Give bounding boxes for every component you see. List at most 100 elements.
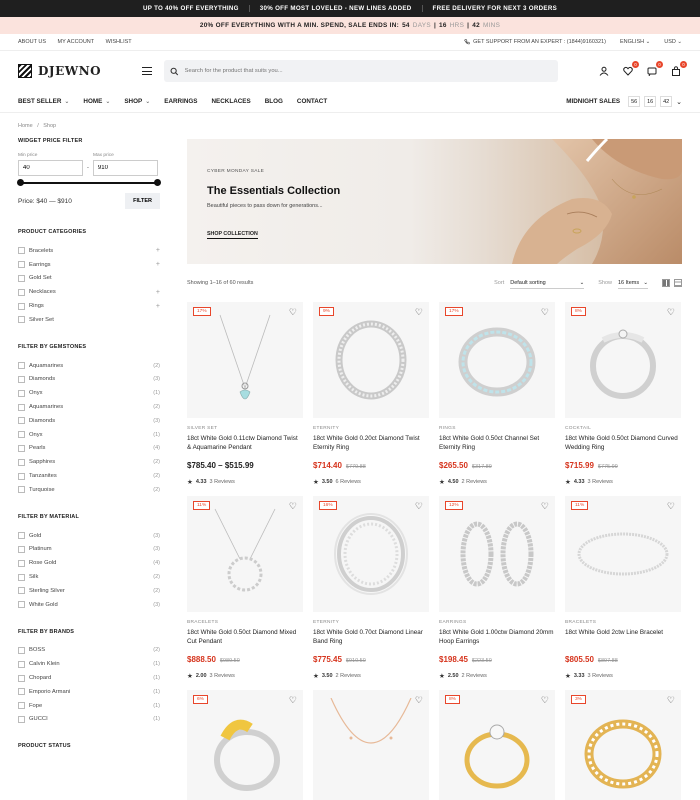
checkbox[interactable] (18, 702, 25, 710)
checkbox[interactable] (18, 688, 25, 696)
checkbox[interactable] (18, 362, 25, 370)
product-category[interactable]: RINGS (439, 426, 555, 431)
checkbox[interactable] (18, 288, 25, 296)
checkbox[interactable] (18, 302, 25, 310)
heart-icon[interactable]: ♡ (541, 695, 549, 706)
product-image[interactable]: 11% ♡ (565, 496, 681, 612)
nav-home[interactable]: HOME ⌄ (83, 98, 110, 105)
material-item[interactable]: Rose Gold (4) (18, 556, 160, 570)
product-card[interactable]: 9% ♡ ETERNITY 18ct White Gold 0.20ct Diamon… (313, 302, 429, 486)
promo-banner[interactable]: CYBER MONDAY SALE The Essentials Collect… (187, 139, 682, 264)
checkbox[interactable] (18, 587, 25, 595)
heart-icon[interactable]: ♡ (667, 695, 675, 706)
about-link[interactable]: ABOUT US (18, 39, 46, 45)
nav-necklaces[interactable]: NECKLACES (212, 98, 251, 105)
category-item[interactable]: Earrings + (18, 258, 160, 272)
product-name[interactable]: 18ct White Gold 0.70ct Diamond Linear Ba… (313, 629, 429, 646)
product-name[interactable]: 18ct White Gold 1.00ctw Diamond 20mm Hoo… (439, 629, 555, 646)
product-name[interactable]: 18ct White Gold 0.50ct Diamond Curved We… (565, 435, 681, 452)
heart-icon[interactable]: ♡ (541, 307, 549, 318)
gemstone-item[interactable]: Turquoise (2) (18, 483, 160, 497)
product-image[interactable]: 8% ♡ (565, 302, 681, 418)
sort-select[interactable]: Default sorting ⌄ (510, 278, 585, 289)
product-image[interactable]: 9% ♡ (313, 302, 429, 418)
checkbox[interactable] (18, 532, 25, 540)
plus-icon[interactable]: + (156, 289, 160, 296)
checkbox[interactable] (18, 674, 25, 682)
filter-button[interactable]: FILTER (125, 193, 160, 209)
wishlist-icon[interactable]: 0 (622, 61, 639, 77)
product-image[interactable]: 11% ♡ (187, 496, 303, 612)
nav-blog[interactable]: BLOG (265, 98, 283, 105)
gemstone-item[interactable]: Pearls (4) (18, 442, 160, 456)
gemstone-item[interactable]: Tanzanites (2) (18, 469, 160, 483)
menu-icon[interactable] (142, 67, 152, 75)
material-item[interactable]: Sterling Silver (2) (18, 584, 160, 598)
product-card[interactable]: 17% ♡ SILVER SET 18ct White Gold 0.11ctw Di… (187, 302, 303, 486)
breadcrumb-home[interactable]: Home (18, 123, 33, 129)
product-image[interactable]: 6% ♡ (187, 690, 303, 800)
product-card[interactable]: 8% ♡ (439, 690, 555, 800)
nav-shop[interactable]: SHOP ⌄ (124, 98, 150, 105)
gemstone-item[interactable]: Diamonds (3) (18, 373, 160, 387)
product-card[interactable]: 12% ♡ EARRINGS 18ct White Gold 1.00ctw Diam… (439, 496, 555, 680)
gemstone-item[interactable]: Aquamarines (2) (18, 400, 160, 414)
gemstone-item[interactable]: Onyx (1) (18, 428, 160, 442)
brand-item[interactable]: GUCCI (1) (18, 713, 160, 727)
checkbox[interactable] (18, 389, 25, 397)
cart-icon[interactable]: 0 (670, 61, 687, 77)
heart-icon[interactable]: ♡ (415, 501, 423, 512)
product-card[interactable]: 6% ♡ (187, 690, 303, 800)
material-item[interactable]: Gold (3) (18, 529, 160, 543)
heart-icon[interactable]: ♡ (289, 695, 297, 706)
checkbox[interactable] (18, 601, 25, 609)
checkbox[interactable] (18, 375, 25, 383)
category-item[interactable]: Rings + (18, 299, 160, 313)
product-card[interactable]: 11% ♡ BRACELETS 18ct White Gold 0.50ct Diam… (187, 496, 303, 680)
review-count[interactable]: 2 Reviews (462, 673, 487, 679)
category-item[interactable]: Gold Set (18, 272, 160, 286)
heart-icon[interactable]: ♡ (667, 307, 675, 318)
heart-icon[interactable]: ♡ (289, 501, 297, 512)
plus-icon[interactable]: + (156, 247, 160, 254)
product-card[interactable]: 17% ♡ RINGS 18ct White Gold 0.50ct Channel … (439, 302, 555, 486)
checkbox[interactable] (18, 486, 25, 494)
list-view-icon[interactable] (674, 279, 682, 287)
checkbox[interactable] (18, 458, 25, 466)
currency-select[interactable]: USD ⌄ (664, 39, 682, 45)
nav-contact[interactable]: CONTACT (297, 98, 327, 105)
brand-item[interactable]: Chopard (1) (18, 671, 160, 685)
product-name[interactable]: 18ct White Gold 2ctw Line Bracelet (565, 629, 681, 646)
review-count[interactable]: 2 Reviews (462, 479, 487, 485)
category-item[interactable]: Bracelets + (18, 244, 160, 258)
heart-icon[interactable]: ♡ (541, 501, 549, 512)
checkbox[interactable] (18, 431, 25, 439)
checkbox[interactable] (18, 472, 25, 480)
plus-icon[interactable]: + (156, 261, 160, 268)
review-count[interactable]: 3 Reviews (210, 673, 235, 679)
heart-icon[interactable]: ♡ (415, 307, 423, 318)
product-name[interactable]: 18ct White Gold 0.50ct Diamond Mixed Cut… (187, 629, 303, 646)
product-image[interactable]: 3% ♡ (565, 690, 681, 800)
grid-view-icon[interactable] (662, 279, 670, 287)
checkbox[interactable] (18, 417, 25, 425)
checkbox[interactable] (18, 316, 25, 324)
checkbox[interactable] (18, 559, 25, 567)
review-count[interactable]: 3 Reviews (588, 673, 613, 679)
checkbox[interactable] (18, 403, 25, 411)
review-count[interactable]: 3 Reviews (210, 479, 235, 485)
support-link[interactable]: GET SUPPORT FROM AN EXPERT : (1844)91603… (464, 39, 606, 45)
material-item[interactable]: White Gold (3) (18, 598, 160, 612)
brand-item[interactable]: Fope (1) (18, 699, 160, 713)
review-count[interactable]: 2 Reviews (336, 673, 361, 679)
material-item[interactable]: Silk (2) (18, 570, 160, 584)
checkbox[interactable] (18, 573, 25, 581)
gemstone-item[interactable]: Onyx (1) (18, 386, 160, 400)
product-category[interactable]: ETERNITY (313, 426, 429, 431)
gemstone-item[interactable]: Sapphires (2) (18, 455, 160, 469)
plus-icon[interactable]: + (156, 303, 160, 310)
checkbox[interactable] (18, 545, 25, 553)
review-count[interactable]: 3 Reviews (588, 479, 613, 485)
max-price-input[interactable] (92, 160, 158, 176)
product-image[interactable]: 8% ♡ (439, 690, 555, 800)
